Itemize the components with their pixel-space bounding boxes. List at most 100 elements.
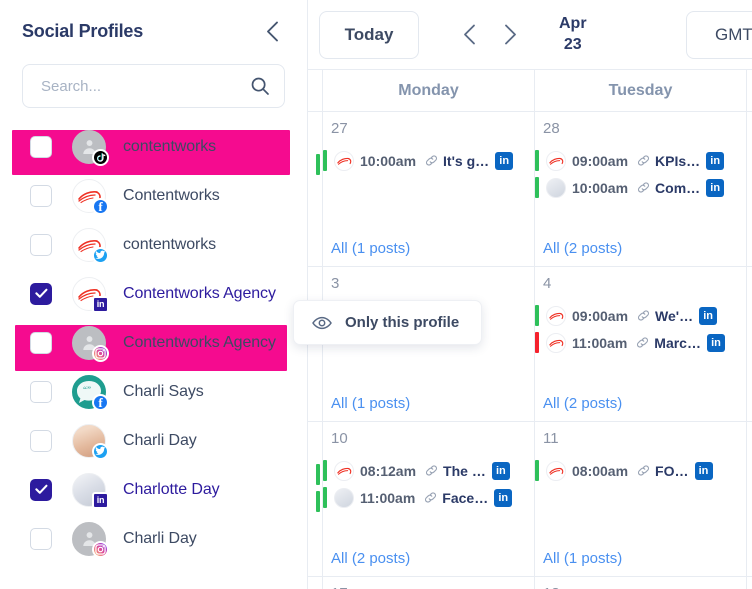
all-posts-link[interactable]: All (2 posts) — [543, 240, 622, 257]
profile-row[interactable]: Contentworks Agency — [0, 318, 307, 367]
day-number: 3 — [323, 275, 534, 292]
only-this-profile-tooltip[interactable]: Only this profile — [293, 300, 482, 345]
event-avatar — [546, 151, 566, 171]
chevron-right-icon[interactable] — [504, 24, 517, 45]
all-posts-link[interactable]: All (1 posts) — [331, 240, 410, 257]
event-time: 08:12am — [360, 463, 416, 479]
profile-name: contentworks — [123, 138, 216, 156]
calendar-event[interactable]: 10:00amIt's g…in — [323, 147, 534, 174]
profile-row[interactable]: Charli Day — [0, 416, 307, 465]
event-status-bar — [535, 305, 539, 326]
profile-row[interactable]: contentworks — [0, 220, 307, 269]
event-status-bar — [535, 332, 539, 353]
svg-text:“”: “” — [83, 385, 91, 395]
chevron-left-icon[interactable] — [463, 24, 476, 45]
calendar-day-cell[interactable]: 18 — [535, 577, 747, 589]
calendar-event[interactable]: 09:00amWe'…in — [535, 302, 746, 329]
calendar-day-cell[interactable]: 27 10:00amIt's g…in All (1 posts) — [323, 112, 535, 266]
day-number: 27 — [323, 120, 534, 137]
event-avatar — [546, 461, 566, 481]
profile-rows: contentworksfContentworkscontentworksinC… — [0, 122, 307, 563]
avatar: in — [72, 277, 106, 311]
link-icon — [637, 309, 650, 322]
all-posts-link[interactable]: All (2 posts) — [543, 395, 622, 412]
calendar-gutter-cell — [308, 422, 323, 576]
search-input[interactable] — [41, 78, 250, 95]
day-header-monday: Monday — [323, 70, 535, 111]
linkedin-icon: in — [492, 462, 510, 480]
calendar-day-cell[interactable]: 1108:00amFO…inAll (1 posts) — [535, 422, 747, 576]
avatar: f — [72, 179, 106, 213]
period-month: Apr — [559, 14, 587, 34]
event-list: 10:00amIt's g…in — [323, 147, 534, 174]
current-period: Apr 23 — [559, 14, 587, 55]
event-time: 11:00am — [360, 490, 415, 506]
profile-row[interactable]: “”fCharli Says — [0, 367, 307, 416]
calendar-toolbar: Today Apr 23 GMT — [308, 0, 752, 69]
calendar-event[interactable]: 08:00amFO…in — [535, 457, 746, 484]
profile-checkbox[interactable] — [30, 234, 52, 256]
profile-row[interactable]: inContentworks Agency — [0, 269, 307, 318]
profile-checkbox[interactable] — [30, 332, 52, 354]
calendar-weeks: 27 10:00amIt's g…in All (1 posts) 28 09:00am… — [308, 112, 752, 589]
profile-checkbox[interactable] — [30, 185, 52, 207]
linkedin-icon: in — [699, 307, 717, 325]
search-box[interactable] — [22, 64, 285, 108]
day-number: 28 — [535, 120, 746, 137]
profile-row[interactable]: f Contentworks — [0, 171, 307, 220]
calendar-day-cell[interactable]: 409:00amWe'…in11:00amMarc…inAll (2 posts… — [535, 267, 747, 421]
app-root: Social Profiles co — [0, 0, 752, 589]
calendar-day-cell[interactable]: 17 — [323, 577, 535, 589]
calendar-event[interactable]: 08:12amThe …in — [323, 457, 534, 484]
profile-checkbox[interactable] — [30, 283, 52, 305]
page-title: Social Profiles — [22, 21, 143, 42]
event-avatar — [546, 178, 566, 198]
day-header-tuesday: Tuesday — [535, 70, 747, 111]
chevron-left-icon[interactable] — [261, 20, 283, 42]
calendar-event[interactable]: 11:00amMarc…in — [535, 329, 746, 356]
profile-checkbox[interactable] — [30, 136, 52, 158]
link-icon — [424, 491, 437, 504]
profile-row[interactable]: contentworks — [0, 122, 307, 171]
profile-row[interactable]: inCharlotte Day — [0, 465, 307, 514]
link-icon — [425, 464, 438, 477]
calendar-event[interactable]: 11:00amFace…in — [323, 484, 534, 511]
all-posts-link[interactable]: All (2 posts) — [331, 550, 410, 567]
calendar-week-row: 1718 — [308, 577, 752, 589]
social-profiles-sidebar: Social Profiles co — [0, 0, 308, 589]
avatar — [72, 326, 106, 360]
calendar-day-cell[interactable]: 10 08:12amThe …in11:00amFace…in All (2 pos… — [323, 422, 535, 576]
event-time: 08:00am — [572, 463, 628, 479]
profile-name: Charli Says — [123, 383, 204, 401]
tooltip-label: Only this profile — [345, 314, 459, 331]
profile-row[interactable]: Charli Day — [0, 514, 307, 563]
profile-checkbox[interactable] — [30, 479, 52, 501]
event-avatar — [334, 461, 354, 481]
search-icon[interactable] — [250, 76, 270, 96]
calendar-event[interactable]: 09:00amKPIs…in — [535, 147, 746, 174]
event-status-bar — [323, 150, 327, 171]
calendar-day-cell[interactable]: 28 09:00amKPIs…in10:00amCom…in All (2 post… — [535, 112, 747, 266]
profile-checkbox[interactable] — [30, 528, 52, 550]
avatar — [72, 522, 106, 556]
calendar-event[interactable]: 10:00amCom…in — [535, 174, 746, 201]
profile-checkbox[interactable] — [30, 430, 52, 452]
all-posts-link[interactable]: All (1 posts) — [543, 550, 622, 567]
timezone-select[interactable]: GMT — [686, 11, 752, 59]
search-container — [0, 52, 307, 108]
link-icon — [637, 181, 650, 194]
today-button[interactable]: Today — [319, 11, 419, 59]
calendar-nav — [463, 24, 517, 45]
day-number: 10 — [323, 430, 534, 447]
event-title: Com… — [655, 180, 700, 196]
facebook-icon: f — [92, 198, 109, 215]
all-posts-link[interactable]: All (1 posts) — [331, 395, 410, 412]
avatar — [72, 228, 106, 262]
twitter-icon — [92, 443, 109, 460]
event-title: We'… — [655, 308, 693, 324]
event-list: 08:12amThe …in11:00amFace…in — [323, 457, 534, 511]
profile-name: Contentworks — [123, 187, 220, 205]
profile-checkbox[interactable] — [30, 381, 52, 403]
event-time: 11:00am — [572, 335, 627, 351]
link-icon — [636, 336, 649, 349]
